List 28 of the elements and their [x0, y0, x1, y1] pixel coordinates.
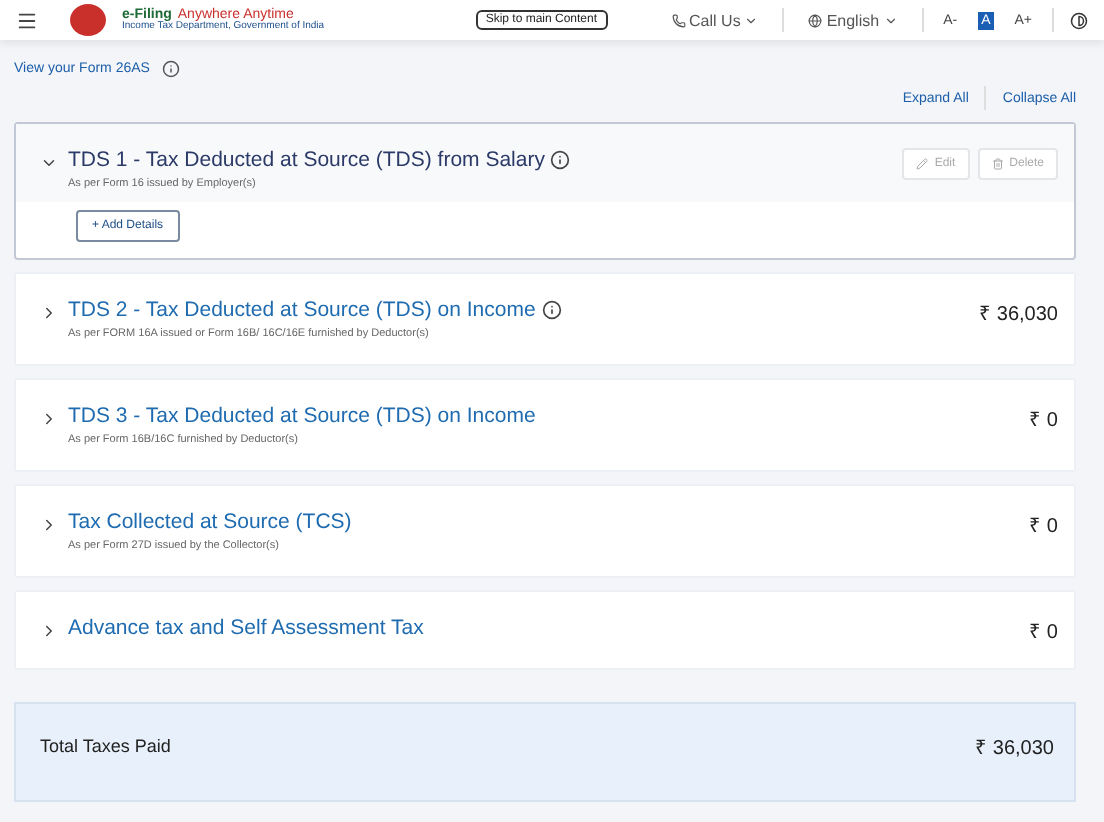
chevron-icon[interactable] — [40, 516, 58, 534]
language-button[interactable]: English — [800, 11, 906, 29]
section-amount: ₹ 0 — [1029, 620, 1058, 644]
chevron-icon[interactable] — [40, 622, 58, 640]
chevron-icon[interactable] — [40, 410, 58, 428]
menu-icon[interactable] — [16, 9, 38, 31]
caret-icon — [883, 13, 898, 27]
trash-icon — [991, 158, 1004, 170]
section-title[interactable]: Advance tax and Self Assessment Tax — [68, 616, 424, 640]
section-title[interactable]: TDS 3 - Tax Deducted at Source (TDS) on Income — [68, 404, 536, 428]
phone-icon — [671, 13, 686, 27]
call-us-button[interactable]: Call Us — [663, 11, 767, 29]
caret-icon — [744, 13, 759, 27]
section-title[interactable]: TDS 1 - Tax Deducted at Source (TDS) from Salary — [68, 148, 545, 172]
section-title[interactable]: TDS 2 - Tax Deducted at Source (TDS) on Income — [68, 298, 536, 322]
chevron-icon[interactable] — [40, 154, 58, 172]
contrast-icon[interactable] — [1070, 11, 1088, 29]
total-label: Total Taxes Paid — [40, 736, 171, 756]
pencil-icon — [916, 158, 929, 170]
total-amount: ₹ 36,030 — [975, 736, 1054, 760]
section-amount: ₹ 0 — [1029, 514, 1058, 538]
info-icon — [161, 60, 180, 78]
chevron-icon[interactable] — [40, 304, 58, 322]
globe-icon — [808, 13, 823, 27]
section-amount: ₹ 36,030 — [979, 302, 1058, 326]
section-amount: ₹ 0 — [1029, 408, 1058, 432]
section-title[interactable]: Tax Collected at Source (TCS) — [68, 510, 352, 534]
emblem-logo — [70, 4, 106, 36]
